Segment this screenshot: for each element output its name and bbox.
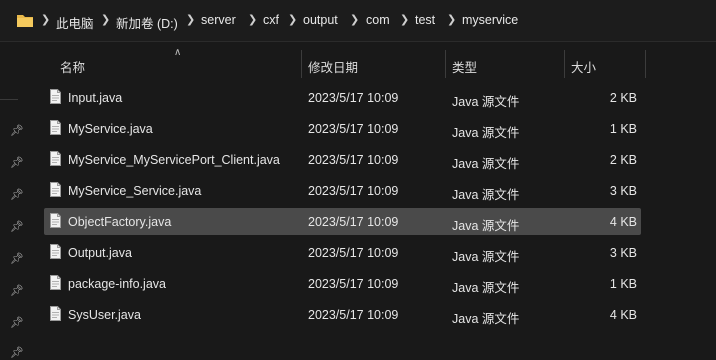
file-row[interactable]: SysUser.java 2023/5/17 10:09 Java 源文件 4 KB (44, 301, 641, 328)
file-type: Java 源文件 (452, 281, 520, 295)
pin-icon[interactable]: 📌︎ (10, 346, 24, 360)
file-row[interactable]: MyService_Service.java 2023/5/17 10:09 Jav… (44, 177, 641, 204)
file-name: SysUser.java (68, 308, 141, 322)
file-size: 4 KB (609, 308, 637, 322)
pin-icon[interactable]: 📌︎ (10, 220, 24, 234)
document-icon (50, 120, 61, 135)
file-name: MyService_Service.java (68, 184, 202, 198)
divider (0, 99, 18, 100)
file-type: Java 源文件 (452, 219, 520, 233)
pin-icon[interactable]: 📌︎ (10, 252, 24, 266)
file-size: 3 KB (609, 246, 637, 260)
file-date: 2023/5/17 10:09 (308, 91, 399, 105)
file-type: Java 源文件 (452, 157, 520, 171)
file-row[interactable]: MyService.java 2023/5/17 10:09 Java 源文件 1 K… (44, 115, 641, 142)
file-date: 2023/5/17 10:09 (308, 277, 399, 291)
file-row[interactable]: MyService_MyServicePort_Client.java 2023/… (44, 146, 641, 173)
file-date: 2023/5/17 10:09 (308, 215, 399, 229)
sort-up-icon: ∧ (174, 47, 182, 58)
breadcrumb-server[interactable]: server (201, 13, 236, 27)
file-name: MyService_MyServicePort_Client.java (68, 153, 280, 167)
chevron-right-icon: ❯ (41, 14, 51, 26)
document-icon (50, 306, 61, 321)
chevron-right-icon: ❯ (350, 14, 360, 26)
file-row[interactable]: Output.java 2023/5/17 10:09 Java 源文件 3 KB (44, 239, 641, 266)
breadcrumb-com[interactable]: com (366, 13, 390, 27)
document-icon (50, 213, 61, 228)
navigation-pane: 📌︎ 📌︎ 📌︎ 📌︎ 📌︎ 📌︎ 📌︎ 📌︎ (0, 42, 30, 359)
pin-icon[interactable]: 📌︎ (10, 188, 24, 202)
chevron-right-icon: ❯ (400, 14, 410, 26)
column-header-type[interactable]: 类型 (452, 57, 477, 76)
breadcrumb-cxf[interactable]: cxf (263, 13, 279, 27)
document-icon (50, 244, 61, 259)
file-date: 2023/5/17 10:09 (308, 122, 399, 136)
document-icon (50, 89, 61, 104)
column-divider[interactable] (645, 50, 646, 78)
document-icon (50, 182, 61, 197)
pin-icon[interactable]: 📌︎ (10, 316, 24, 330)
chevron-right-icon: ❯ (447, 14, 457, 26)
file-name: package-info.java (68, 277, 166, 291)
file-size: 2 KB (609, 153, 637, 167)
file-name: Input.java (68, 91, 123, 105)
breadcrumb-drive-d[interactable]: 新加卷 (D:) (116, 13, 178, 32)
document-icon (50, 275, 61, 290)
column-header-date[interactable]: 修改日期 (308, 57, 358, 76)
column-divider[interactable] (445, 50, 446, 78)
file-type: Java 源文件 (452, 126, 520, 140)
column-divider[interactable] (301, 50, 302, 78)
pin-icon[interactable]: 📌︎ (10, 124, 24, 138)
file-type: Java 源文件 (452, 95, 520, 109)
column-divider[interactable] (564, 50, 565, 78)
file-size: 2 KB (609, 91, 637, 105)
breadcrumb-myservice[interactable]: myservice (462, 13, 518, 27)
file-row[interactable]: ObjectFactory.java 2023/5/17 10:09 Java 源文… (44, 208, 641, 235)
file-type: Java 源文件 (452, 188, 520, 202)
folder-icon (17, 15, 33, 27)
file-name: ObjectFactory.java (68, 215, 172, 229)
column-header: ∧ 名称 修改日期 类型 大小 (44, 47, 654, 78)
file-date: 2023/5/17 10:09 (308, 246, 399, 260)
file-row[interactable]: package-info.java 2023/5/17 10:09 Java 源文件… (44, 270, 641, 297)
file-name: MyService.java (68, 122, 153, 136)
file-date: 2023/5/17 10:09 (308, 153, 399, 167)
file-row[interactable]: Input.java 2023/5/17 10:09 Java 源文件 2 KB (44, 84, 641, 111)
breadcrumb-this-pc[interactable]: 此电脑 (56, 13, 94, 32)
chevron-right-icon: ❯ (248, 14, 258, 26)
file-size: 4 KB (609, 215, 637, 229)
pin-icon[interactable]: 📌︎ (10, 156, 24, 170)
breadcrumb-test[interactable]: test (415, 13, 435, 27)
file-size: 1 KB (609, 122, 637, 136)
chevron-right-icon: ❯ (288, 14, 298, 26)
file-date: 2023/5/17 10:09 (308, 308, 399, 322)
chevron-right-icon: ❯ (101, 14, 111, 26)
pin-icon[interactable]: 📌︎ (10, 284, 24, 298)
column-header-name[interactable]: 名称 (60, 57, 85, 76)
file-type: Java 源文件 (452, 312, 520, 326)
file-date: 2023/5/17 10:09 (308, 184, 399, 198)
address-bar[interactable]: ❯ 此电脑 ❯ 新加卷 (D:) ❯ server ❯ cxf ❯ output… (0, 0, 716, 42)
file-name: Output.java (68, 246, 132, 260)
file-size: 1 KB (609, 277, 637, 291)
document-icon (50, 151, 61, 166)
column-header-size[interactable]: 大小 (571, 57, 596, 76)
breadcrumb-output[interactable]: output (303, 13, 338, 27)
file-type: Java 源文件 (452, 250, 520, 264)
chevron-right-icon: ❯ (186, 14, 196, 26)
file-size: 3 KB (609, 184, 637, 198)
